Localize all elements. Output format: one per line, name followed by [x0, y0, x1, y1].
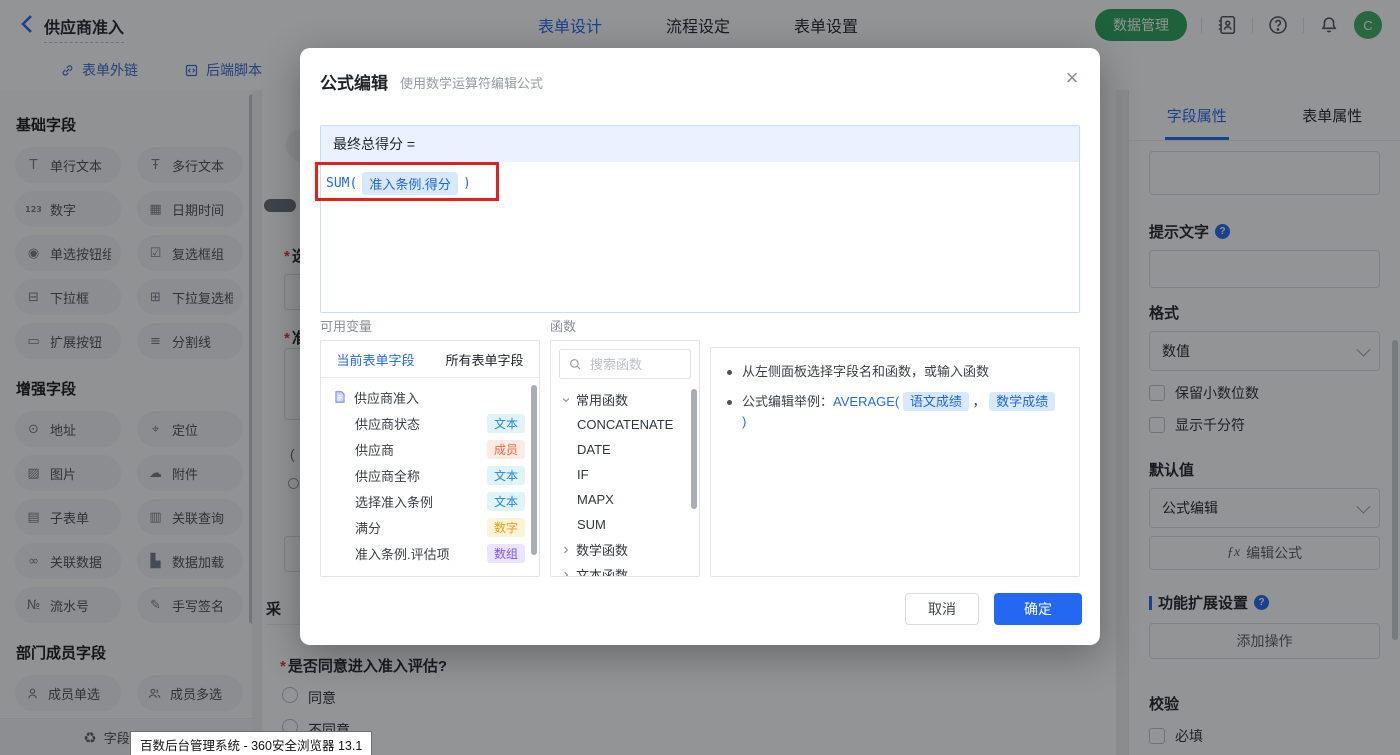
- variables-tree: 供应商准入 供应商状态文本 供应商成员 供应商全称文本 选择准入条例文本 满分数…: [321, 378, 539, 566]
- tab-current-form-fields[interactable]: 当前表单字段: [321, 341, 430, 377]
- type-badge: 数字: [487, 518, 525, 537]
- example-field-tag: 数学成绩: [989, 392, 1055, 411]
- variables-tabs: 当前表单字段 所有表单字段: [321, 341, 539, 378]
- chevron-right-icon: [561, 570, 571, 578]
- variable-row[interactable]: 满分数字: [321, 514, 539, 540]
- function-search: [559, 349, 691, 379]
- tree-root-form[interactable]: 供应商准入: [321, 384, 539, 410]
- formula-box: 最终总得分 =: [320, 125, 1080, 313]
- type-badge: 文本: [487, 492, 525, 511]
- function-search-input[interactable]: [588, 356, 682, 373]
- bullet-icon: [727, 400, 732, 405]
- chevron-down-icon: [561, 395, 571, 405]
- function-item[interactable]: DATE: [551, 437, 699, 462]
- hint-line-2: 公式编辑举例：AVERAGE( 语文成绩 ， 数学成绩 ): [727, 392, 1063, 432]
- variables-label: 可用变量: [320, 316, 372, 335]
- close-icon[interactable]: ×: [1056, 62, 1088, 94]
- confirm-button[interactable]: 确定: [994, 593, 1082, 625]
- modal-subtitle: 使用数学运算符编辑公式: [400, 73, 543, 92]
- variables-scrollbar-thumb[interactable]: [531, 385, 537, 555]
- browser-status-tooltip: 百数后台管理系统 - 360安全浏览器 13.1: [130, 731, 372, 755]
- type-badge: 数组: [487, 544, 525, 563]
- type-badge: 文本: [487, 466, 525, 485]
- functions-scrollbar-thumb[interactable]: [691, 389, 697, 509]
- function-group-text[interactable]: 文本函数: [551, 562, 699, 577]
- type-badge: 成员: [487, 440, 525, 459]
- bullet-icon: [727, 370, 732, 375]
- variable-row[interactable]: 选择准入条例文本: [321, 488, 539, 514]
- formula-editor-modal: 公式编辑 使用数学运算符编辑公式 × 最终总得分 = SUM( 准入条例.得分 …: [300, 48, 1100, 645]
- variables-panel: 当前表单字段 所有表单字段 供应商准入 供应商状态文本 供应商成员 供应商全称文…: [320, 340, 540, 577]
- function-group-common[interactable]: 常用函数: [551, 387, 699, 412]
- cancel-button[interactable]: 取消: [905, 593, 979, 625]
- document-icon: [333, 390, 347, 404]
- modal-title: 公式编辑: [320, 69, 388, 94]
- annotation-highlight-box: [315, 162, 499, 201]
- app-screen: 供应商准入 表单设计 流程设定 表单设置 数据管理 C: [0, 0, 1400, 755]
- variable-row[interactable]: 供应商成员: [321, 436, 539, 462]
- tab-all-form-fields[interactable]: 所有表单字段: [430, 341, 539, 377]
- function-item[interactable]: CONCATENATE: [551, 412, 699, 437]
- variable-row[interactable]: 供应商状态文本: [321, 410, 539, 436]
- type-badge: 文本: [487, 414, 525, 433]
- search-icon: [568, 357, 582, 371]
- function-item[interactable]: MAPX: [551, 487, 699, 512]
- variable-row[interactable]: 供应商全称文本: [321, 462, 539, 488]
- chevron-right-icon: [561, 545, 571, 555]
- formula-result-bar: 最终总得分 =: [321, 126, 1079, 162]
- functions-panel: 常用函数 CONCATENATE DATE IF MAPX SUM 数学函数 文…: [550, 340, 700, 577]
- function-group-math[interactable]: 数学函数: [551, 537, 699, 562]
- hint-panel: 从左侧面板选择字段名和函数，或输入函数 公式编辑举例：AVERAGE( 语文成绩…: [710, 347, 1080, 577]
- function-item[interactable]: IF: [551, 462, 699, 487]
- hint-line-1: 从左侧面板选择字段名和函数，或输入函数: [727, 362, 1063, 382]
- variable-row[interactable]: 准入条例.评估项数组: [321, 540, 539, 566]
- functions-label: 函数: [550, 316, 576, 335]
- example-field-tag: 语文成绩: [903, 392, 969, 411]
- function-item[interactable]: SUM: [551, 512, 699, 537]
